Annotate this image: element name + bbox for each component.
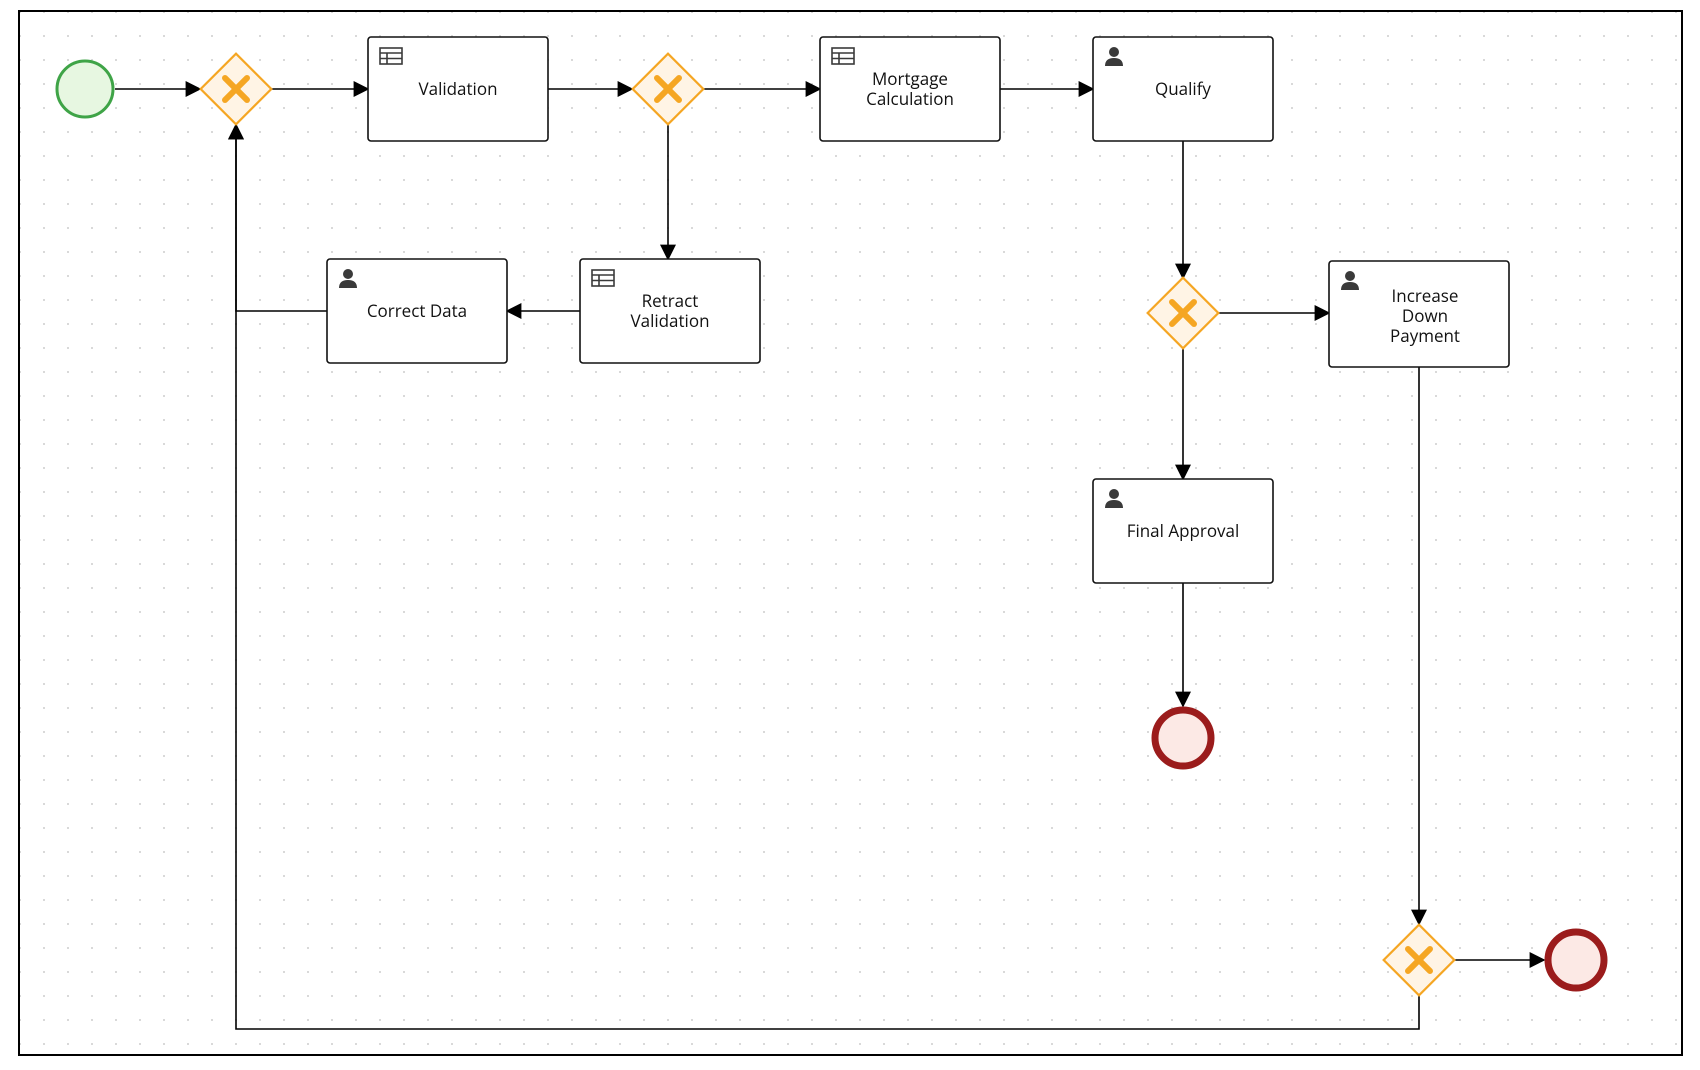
gateway-4[interactable] (1384, 925, 1455, 996)
task-increase-label-3: Payment (1390, 324, 1460, 347)
task-final-approval[interactable]: Final Approval (1093, 479, 1273, 583)
task-correct-data[interactable]: Correct Data (327, 259, 507, 363)
task-mortgage-label-2: Calculation (866, 87, 954, 110)
task-validation[interactable]: Validation (368, 37, 548, 141)
diagram-canvas-wrap: { "chart_data": { "type": "bpmn-diagram"… (0, 0, 1700, 1070)
gateway-1[interactable] (201, 54, 272, 125)
task-qualify-label: Qualify (1155, 77, 1211, 100)
task-retract-label-2: Validation (630, 309, 709, 332)
flow-correct-g1[interactable] (236, 125, 327, 311)
end-event-1[interactable] (1155, 710, 1211, 766)
task-retract-validation[interactable]: Retract Validation (580, 259, 760, 363)
start-event[interactable] (57, 61, 113, 117)
task-validation-label: Validation (418, 77, 497, 100)
gateway-2[interactable] (633, 54, 704, 125)
task-qualify[interactable]: Qualify (1093, 37, 1273, 141)
task-increase-down-payment[interactable]: Increase Down Payment (1329, 261, 1509, 367)
gateway-3[interactable] (1148, 278, 1219, 349)
end-event-2[interactable] (1548, 932, 1604, 988)
task-final-label: Final Approval (1127, 519, 1240, 542)
task-mortgage-calculation[interactable]: Mortgage Calculation (820, 37, 1000, 141)
diagram-canvas[interactable]: { "chart_data": { "type": "bpmn-diagram"… (18, 10, 1683, 1056)
task-correct-label: Correct Data (367, 299, 467, 322)
